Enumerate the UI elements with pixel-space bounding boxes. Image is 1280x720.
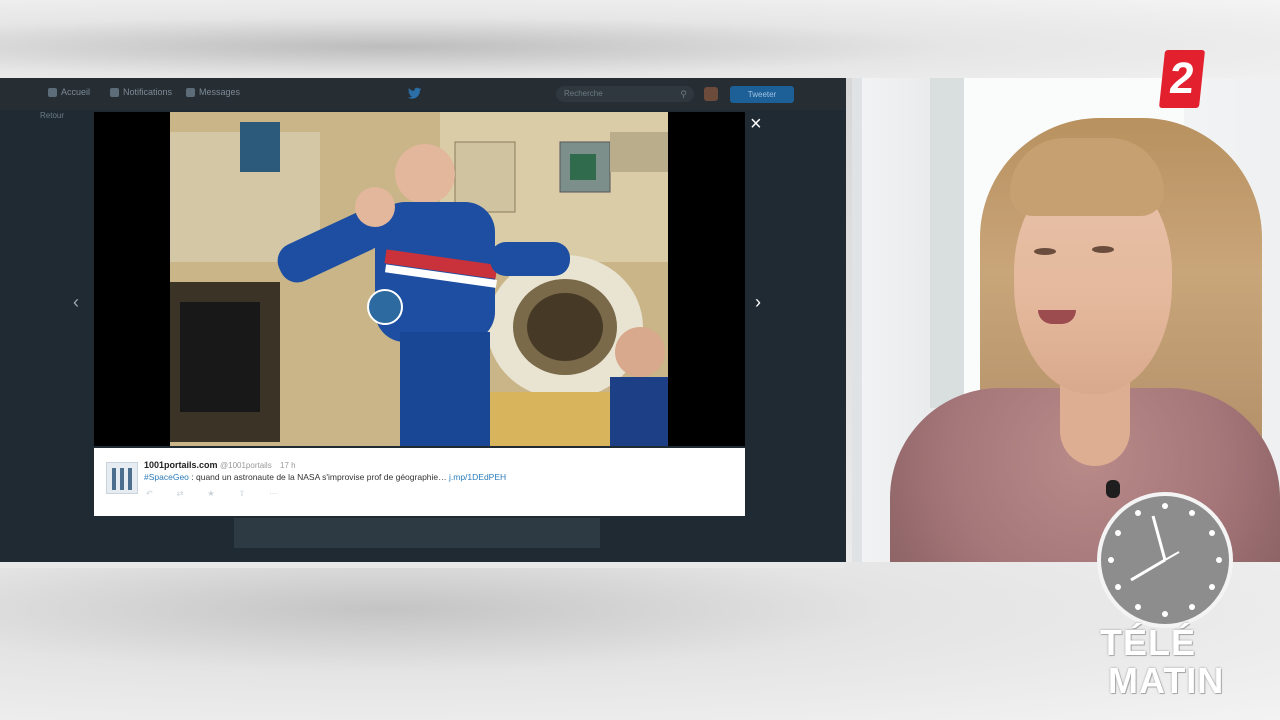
tweet-text: #SpaceGeo : quand un astronaute de la NA…: [144, 472, 506, 482]
telematin-watermark-line1: TÉLÉ: [1100, 622, 1197, 663]
more-icon[interactable]: ⋯: [269, 489, 277, 498]
nav-messages[interactable]: Messages: [186, 87, 240, 97]
nav-messages-label: Messages: [199, 87, 241, 97]
favorite-icon[interactable]: ★: [207, 489, 214, 498]
tweet-author-handle[interactable]: @1001portails: [220, 461, 272, 470]
next-photo-arrow[interactable]: ›: [755, 292, 761, 313]
studio-frame: [852, 78, 862, 562]
nav-home-label: Accueil: [61, 87, 91, 97]
bell-icon: [110, 87, 119, 97]
nav-notifications-label: Notifications: [123, 87, 173, 97]
tweet-body: : quand un astronaute de la NASA s'impro…: [188, 472, 449, 482]
presenter-eye: [1034, 248, 1056, 255]
tweet-avatar[interactable]: [106, 462, 138, 494]
avatar-stripe: [120, 468, 124, 490]
envelope-icon: [186, 87, 195, 97]
studio-panel: [930, 78, 964, 408]
share-icon[interactable]: ⇧: [239, 489, 246, 498]
media-lightbox: [94, 112, 745, 446]
avatar-stripe: [112, 468, 116, 490]
back-link[interactable]: Retour: [40, 111, 64, 120]
avatar-stripe: [128, 468, 132, 490]
channel-number: 2: [1167, 54, 1197, 103]
twitter-bird-icon[interactable]: [408, 87, 422, 99]
search-input[interactable]: Recherche ⚲: [556, 86, 694, 102]
twitter-topbar: Accueil Notifications Messages Recherche…: [0, 78, 846, 110]
timeline-column: [234, 518, 600, 548]
studio-background-top: [0, 0, 1280, 78]
search-placeholder: Recherche: [564, 89, 603, 98]
search-icon: ⚲: [680, 89, 687, 99]
retweet-icon[interactable]: ⇄: [177, 489, 184, 498]
home-icon: [48, 87, 57, 97]
clock-icon: [1097, 492, 1233, 628]
tweet-author-name[interactable]: 1001portails.com: [144, 460, 218, 470]
tweet-link[interactable]: j.mp/1DEdPEH: [449, 472, 506, 482]
tweet-actions: ↶ ⇄ ★ ⇧ ⋯: [146, 489, 277, 498]
tweet-card: 1001portails.com @1001portails 17 h #Spa…: [94, 448, 745, 516]
nav-home[interactable]: Accueil: [48, 87, 90, 97]
presenter-bangs: [1010, 138, 1164, 216]
nav-notifications[interactable]: Notifications: [110, 87, 172, 97]
user-avatar[interactable]: [704, 87, 718, 101]
astronaut-photo[interactable]: [170, 112, 668, 446]
reply-icon[interactable]: ↶: [146, 489, 153, 498]
france2-logo: 2: [1158, 50, 1206, 108]
tweet-hashtag[interactable]: #SpaceGeo: [144, 472, 189, 482]
presenter-eye: [1092, 246, 1114, 253]
studio-background-bottom: [0, 562, 1280, 720]
tweet-button[interactable]: Tweeter: [730, 86, 794, 103]
twitter-screen: Accueil Notifications Messages Recherche…: [0, 78, 846, 568]
telematin-watermark-line2: MATIN: [1108, 660, 1225, 701]
close-icon[interactable]: ×: [750, 114, 762, 134]
tweet-timestamp[interactable]: 17 h: [280, 461, 296, 470]
prev-photo-arrow[interactable]: ‹: [73, 292, 79, 313]
